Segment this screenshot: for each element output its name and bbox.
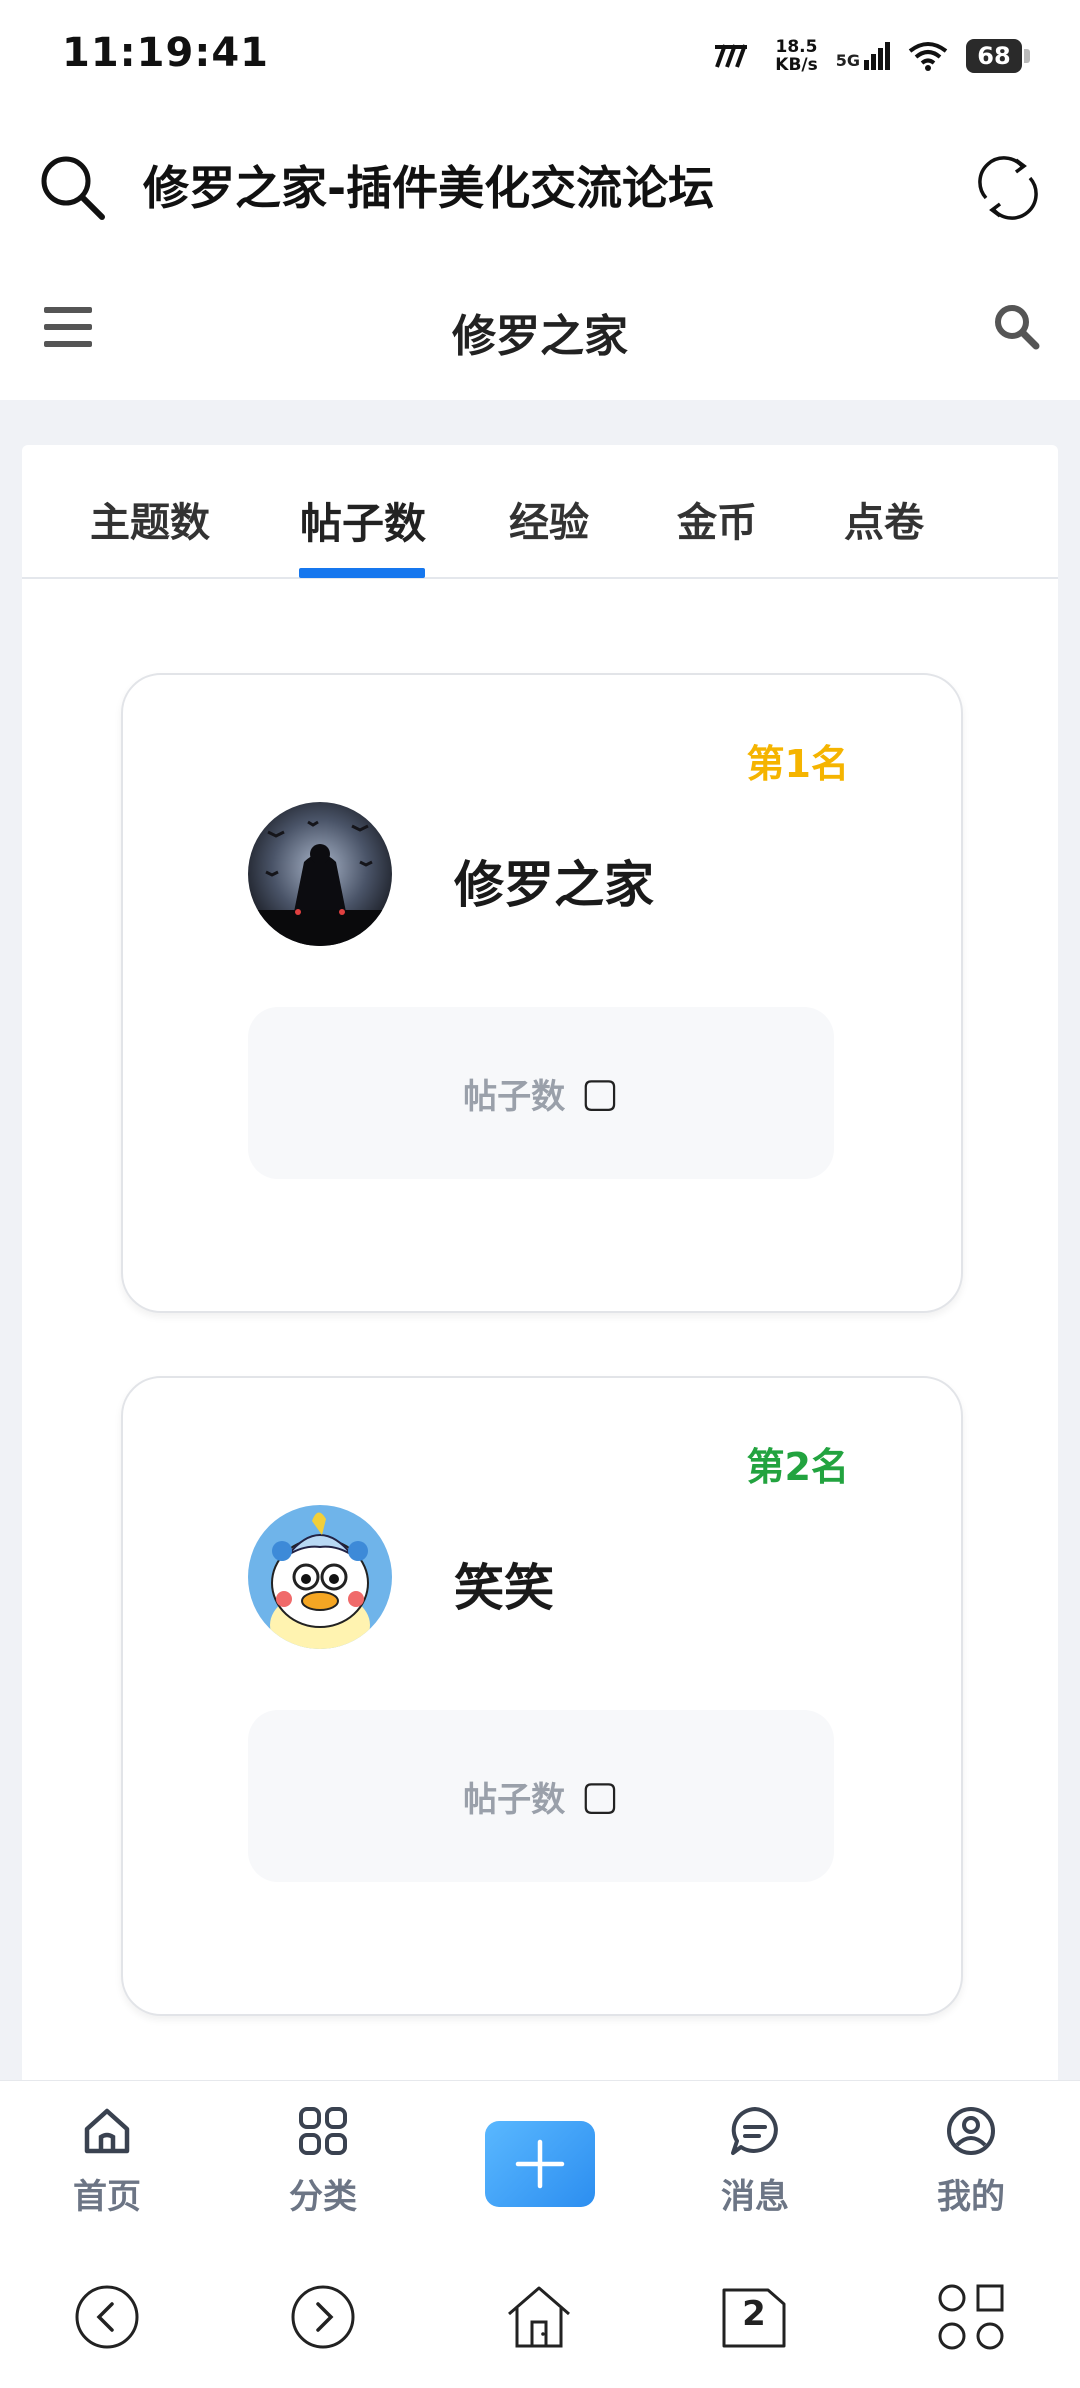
network-speed: 18.5 KB/s bbox=[775, 38, 817, 74]
stat-value: ▢ bbox=[581, 1070, 619, 1116]
home-icon bbox=[84, 2108, 130, 2154]
status-time: 11:19:41 bbox=[62, 30, 269, 76]
stat-box: 帖子数 ▢ bbox=[248, 1710, 834, 1882]
avatar-cartoon-duck-image bbox=[248, 1505, 392, 1649]
nav-category-label: 分类 bbox=[289, 2177, 357, 2217]
avatar-dark-figure-image bbox=[248, 802, 392, 946]
header-search-icon[interactable] bbox=[992, 302, 1040, 350]
tab-coins[interactable]: 金币 bbox=[677, 490, 757, 548]
nav-messages[interactable]: 消息 bbox=[685, 2105, 825, 2218]
avatar[interactable] bbox=[248, 802, 392, 946]
stat-label: 帖子数 bbox=[463, 1779, 566, 1820]
forward-icon[interactable] bbox=[290, 2284, 356, 2350]
user-name[interactable]: 修罗之家 bbox=[454, 845, 654, 917]
active-tab-indicator bbox=[299, 568, 425, 578]
stat-box: 帖子数 ▢ bbox=[248, 1007, 834, 1179]
nav-messages-label: 消息 bbox=[721, 2177, 789, 2217]
browser-page-title[interactable]: 修罗之家-插件美化交流论坛 bbox=[143, 152, 714, 218]
refresh-icon[interactable] bbox=[972, 152, 1044, 224]
message-icon bbox=[731, 2107, 778, 2155]
apps-icon[interactable] bbox=[936, 2282, 1006, 2352]
tab-experience[interactable]: 经验 bbox=[509, 490, 589, 548]
tab-count: 2 bbox=[742, 2294, 766, 2334]
grid-icon bbox=[299, 2107, 347, 2155]
nav-home[interactable]: 首页 bbox=[37, 2105, 177, 2218]
search-icon[interactable] bbox=[38, 153, 106, 221]
network-speed-value: 18.5 bbox=[775, 37, 818, 57]
page-title: 修罗之家 bbox=[452, 311, 628, 362]
signal-brand-icon bbox=[715, 44, 748, 68]
nav-profile-label: 我的 bbox=[937, 2177, 1005, 2217]
back-icon[interactable] bbox=[74, 2284, 140, 2350]
battery-level: 68 bbox=[977, 42, 1011, 70]
tab-topics[interactable]: 主题数 bbox=[90, 490, 210, 548]
new-post-button[interactable] bbox=[485, 2121, 595, 2207]
tab-posts[interactable]: 帖子数 bbox=[300, 490, 426, 551]
stat-label: 帖子数 bbox=[463, 1076, 566, 1117]
home-page-icon[interactable] bbox=[505, 2284, 573, 2350]
rank-label: 第2名 bbox=[746, 1445, 849, 1489]
network-type: 5G bbox=[835, 51, 860, 70]
tabs-button[interactable]: 2 bbox=[720, 2284, 788, 2350]
stat-value: ▢ bbox=[581, 1773, 619, 1819]
nav-category[interactable]: 分类 bbox=[253, 2105, 393, 2218]
tab-vouchers[interactable]: 点卷 bbox=[844, 490, 924, 548]
wifi-icon bbox=[908, 42, 948, 71]
user-name[interactable]: 笑笑 bbox=[454, 1548, 554, 1620]
nav-home-label: 首页 bbox=[73, 2177, 141, 2217]
rank-card[interactable]: 第2名 笑笑 帖子数 ▢ bbox=[121, 1376, 963, 2016]
status-icons: 18.5 KB/s 5G 68 bbox=[713, 34, 1030, 78]
profile-icon bbox=[947, 2107, 995, 2155]
avatar[interactable] bbox=[248, 1505, 392, 1649]
network-speed-unit: KB/s bbox=[775, 55, 818, 75]
nav-profile[interactable]: 我的 bbox=[901, 2105, 1041, 2218]
cell-signal-icon: 5G bbox=[836, 42, 890, 70]
rank-label: 第1名 bbox=[746, 742, 849, 786]
battery-icon: 68 bbox=[966, 39, 1030, 73]
rank-card[interactable]: 第1名 修罗之家 帖子数 ▢ bbox=[121, 673, 963, 1313]
plus-icon bbox=[515, 2139, 565, 2189]
